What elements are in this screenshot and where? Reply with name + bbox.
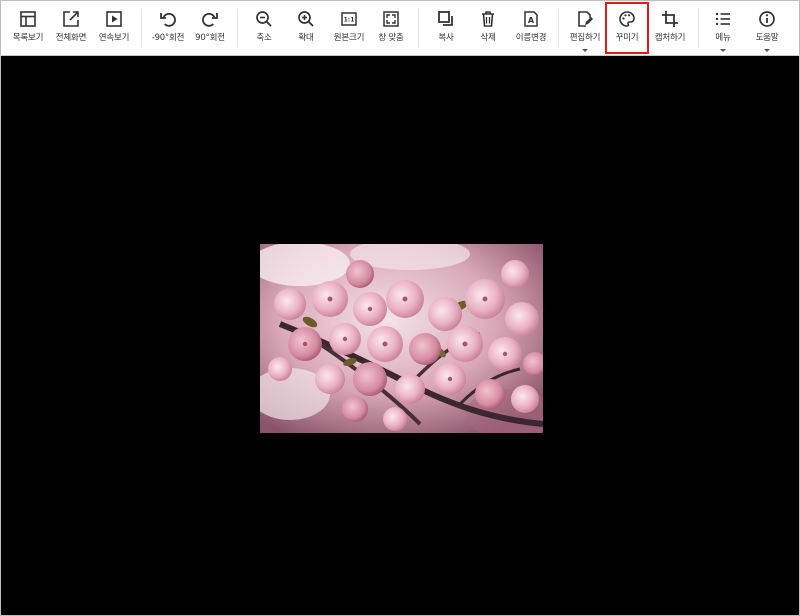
rotate-right-icon [200,9,220,29]
list-view-button[interactable]: 목록보기 [11,4,45,52]
edit-button[interactable]: 편집하기 [566,4,604,52]
fit-window-button[interactable]: 창 맞춤 [375,4,407,52]
fullscreen-button[interactable]: 전체화면 [53,4,89,52]
rotate-left-icon [158,9,178,29]
slideshow-label: 연속보기 [98,33,130,43]
original-size-button[interactable]: 1:1 원본크기 [331,4,367,52]
decorate-label: 꾸미기 [615,33,639,43]
rename-icon: A [521,9,541,29]
fit-window-icon [381,9,401,29]
zoom-out-label: 축소 [256,33,272,43]
trash-icon [478,9,498,29]
edit-icon [575,9,595,29]
fit-window-label: 창 맞춤 [378,33,404,43]
edit-dropdown-caret-icon [582,49,588,52]
slideshow-button[interactable]: 연속보기 [96,4,132,52]
capture-button[interactable]: 캡처하기 [651,4,689,52]
help-label: 도움말 [755,33,779,43]
help-button[interactable]: 도움말 [749,4,785,52]
crop-icon [660,9,680,29]
zoom-in-icon [296,9,316,29]
toolbar-divider [141,9,142,47]
rotate-left-label: -90°회전 [151,33,185,43]
original-size-icon: 1:1 [339,9,359,29]
zoom-in-label: 확대 [298,33,314,43]
help-dropdown-caret-icon [764,49,770,52]
toolbar: 목록보기 전체화면 연속보기 -90°회전 90°회전 축소 확대 1:1 원본… [1,1,799,56]
rotate-left-button[interactable]: -90°회전 [149,4,187,52]
toolbar-divider [237,9,238,47]
rotate-right-button[interactable]: 90°회전 [193,4,227,52]
edit-label: 편집하기 [569,33,601,43]
toolbar-divider [418,9,419,47]
zoom-out-icon [254,9,274,29]
rotate-right-label: 90°회전 [195,33,225,43]
menu-button[interactable]: 메뉴 [708,4,738,52]
original-size-icon-text: 1:1 [344,17,355,24]
image-viewer-window: 목록보기 전체화면 연속보기 -90°회전 90°회전 축소 확대 1:1 원본… [0,0,800,616]
capture-label: 캡처하기 [654,33,686,43]
menu-icon [713,9,733,29]
fullscreen-label: 전체화면 [55,33,87,43]
list-view-icon [18,9,38,29]
list-view-label: 목록보기 [12,33,44,43]
slideshow-icon [104,9,124,29]
rename-button[interactable]: A 이름변경 [512,4,550,52]
toolbar-divider [698,9,699,47]
copy-button[interactable]: 복사 [431,4,461,52]
toolbar-divider [558,9,559,47]
copy-icon [436,9,456,29]
svg-text:A: A [528,16,535,25]
cherry-blossom-photo [260,244,543,433]
menu-label: 메뉴 [715,33,731,43]
fullscreen-icon [61,9,81,29]
rename-label: 이름변경 [515,33,547,43]
zoom-out-button[interactable]: 축소 [249,4,279,52]
zoom-in-button[interactable]: 확대 [291,4,321,52]
info-icon [757,9,777,29]
palette-icon [617,9,637,29]
delete-button[interactable]: 삭제 [473,4,503,52]
original-size-label: 원본크기 [333,33,365,43]
delete-label: 삭제 [480,33,496,43]
decorate-button[interactable]: 꾸미기 [605,2,649,54]
copy-label: 복사 [438,33,454,43]
menu-dropdown-caret-icon [720,49,726,52]
